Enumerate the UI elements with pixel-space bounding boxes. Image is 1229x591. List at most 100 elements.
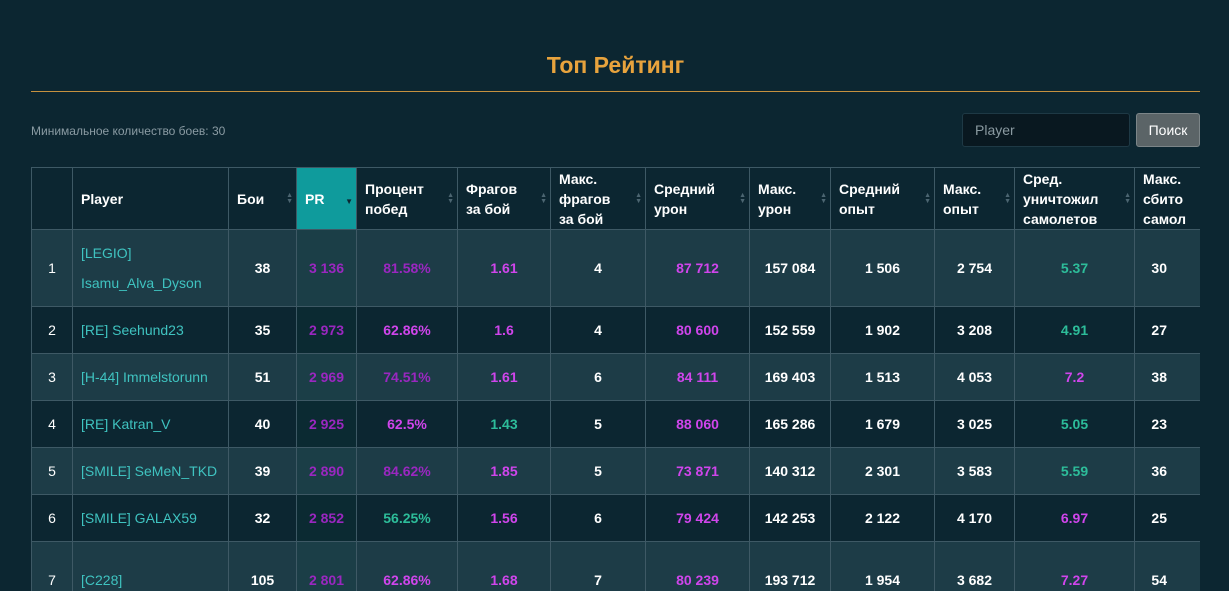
player-cell: [SMILE] GALAX59 bbox=[72, 494, 229, 542]
column-header-label: PR bbox=[305, 190, 325, 207]
column-header-label: Сред. bbox=[1023, 170, 1063, 187]
column-header-label: Процент bbox=[365, 180, 424, 197]
rank-cell: 6 bbox=[31, 494, 73, 542]
battles-cell: 32 bbox=[228, 494, 297, 542]
column-header-avg-damage[interactable]: Средний урон ▲ ▼ bbox=[645, 167, 750, 230]
column-header-label: опыт bbox=[839, 200, 875, 217]
column-header-label: сбито bbox=[1143, 190, 1184, 207]
avg-damage-cell: 79 424 bbox=[645, 494, 750, 542]
frags-cell: 1.68 bbox=[457, 541, 551, 591]
frags-cell: 1.61 bbox=[457, 229, 551, 307]
column-header-max-frags[interactable]: Макс. фрагов за бой ▲ ▼ bbox=[550, 167, 646, 230]
frags-cell: 1.56 bbox=[457, 494, 551, 542]
max-damage-cell: 152 559 bbox=[749, 306, 831, 354]
pr-cell: 3 136 bbox=[296, 229, 357, 307]
max-frags-cell: 6 bbox=[550, 494, 646, 542]
avg-xp-cell: 1 679 bbox=[830, 400, 935, 448]
title-divider bbox=[31, 91, 1200, 92]
column-header-pr[interactable]: PR ▼ bbox=[296, 167, 357, 230]
column-header-label: самолетов bbox=[1023, 210, 1098, 227]
avg-planes-cell: 5.05 bbox=[1014, 400, 1135, 448]
avg-xp-cell: 2 301 bbox=[830, 447, 935, 495]
max-planes-cell: 36 bbox=[1134, 447, 1200, 495]
rating-table-container[interactable]: Player Бои ▲ ▼ PR ▼ Процент побед ▲ ▼ Фрагов за бо… bbox=[31, 167, 1200, 591]
player-link[interactable]: [SMILE] GALAX59 bbox=[81, 503, 228, 533]
page-title: Топ Рейтинг bbox=[546, 52, 685, 78]
column-header-player[interactable]: Player bbox=[72, 167, 229, 230]
rank-cell: 2 bbox=[31, 306, 73, 354]
rank-cell: 3 bbox=[31, 353, 73, 401]
table-row: 2 [RE] Seehund23 35 2 973 62.86% 1.6 4 80 600 15… bbox=[31, 306, 1200, 354]
avg-planes-cell: 7.2 bbox=[1014, 353, 1135, 401]
player-search-input[interactable] bbox=[962, 113, 1130, 147]
column-header-label: Макс. bbox=[559, 170, 598, 187]
column-header-label: Макс. bbox=[1143, 170, 1182, 187]
max-frags-cell: 7 bbox=[550, 541, 646, 591]
column-header-label: Фрагов bbox=[466, 180, 518, 197]
battles-cell: 38 bbox=[228, 229, 297, 307]
column-header-avg-planes[interactable]: Сред. уничтожил самолетов ▲ ▼ bbox=[1014, 167, 1135, 230]
avg-damage-cell: 80 600 bbox=[645, 306, 750, 354]
column-header-avg-xp[interactable]: Средний опыт ▲ ▼ bbox=[830, 167, 935, 230]
avg-planes-cell: 7.27 bbox=[1014, 541, 1135, 591]
battles-cell: 35 bbox=[228, 306, 297, 354]
column-header-rank bbox=[31, 167, 73, 230]
column-header-label: урон bbox=[758, 200, 792, 217]
player-link[interactable]: [C228] bbox=[81, 565, 228, 591]
avg-xp-cell: 2 122 bbox=[830, 494, 935, 542]
win-rate-cell: 62.5% bbox=[356, 400, 458, 448]
sort-icon: ▲ ▼ bbox=[635, 191, 642, 205]
frags-cell: 1.6 bbox=[457, 306, 551, 354]
pr-cell: 2 801 bbox=[296, 541, 357, 591]
column-header-label: Макс. bbox=[758, 180, 797, 197]
max-planes-cell: 30 bbox=[1134, 229, 1200, 307]
pr-cell: 2 925 bbox=[296, 400, 357, 448]
player-link[interactable]: [RE] Seehund23 bbox=[81, 315, 228, 345]
sort-icon: ▲ ▼ bbox=[1004, 191, 1011, 205]
player-link[interactable]: [LEGIO] bbox=[81, 238, 228, 268]
rank-cell: 4 bbox=[31, 400, 73, 448]
frags-cell: 1.43 bbox=[457, 400, 551, 448]
column-header-frags-per-battle[interactable]: Фрагов за бой ▲ ▼ bbox=[457, 167, 551, 230]
column-header-label: фрагов bbox=[559, 190, 611, 207]
table-row: 7 [C228] 105 2 801 62.86% 1.68 7 80 239 193 712 1… bbox=[31, 541, 1200, 591]
column-header-max-damage[interactable]: Макс. урон ▲ ▼ bbox=[749, 167, 831, 230]
player-cell: [RE] Katran_V bbox=[72, 400, 229, 448]
table-row: 1 [LEGIO] Isamu_Alva_Dyson 38 3 136 81.58% 1.6… bbox=[31, 229, 1200, 307]
column-header-max-xp[interactable]: Макс. опыт ▲ ▼ bbox=[934, 167, 1015, 230]
max-damage-cell: 169 403 bbox=[749, 353, 831, 401]
player-cell: [H-44] Immelstorunn bbox=[72, 353, 229, 401]
player-link[interactable]: [SMILE] SeMeN_TKD bbox=[81, 456, 228, 486]
max-planes-cell: 23 bbox=[1134, 400, 1200, 448]
win-rate-cell: 81.58% bbox=[356, 229, 458, 307]
battles-cell: 39 bbox=[228, 447, 297, 495]
frags-cell: 1.85 bbox=[457, 447, 551, 495]
avg-xp-cell: 1 902 bbox=[830, 306, 935, 354]
battles-cell: 105 bbox=[228, 541, 297, 591]
player-cell: [RE] Seehund23 bbox=[72, 306, 229, 354]
max-frags-cell: 5 bbox=[550, 400, 646, 448]
max-damage-cell: 142 253 bbox=[749, 494, 831, 542]
column-header-battles[interactable]: Бои ▲ ▼ bbox=[228, 167, 297, 230]
column-header-max-planes[interactable]: Макс.сбитосамол▲▼ bbox=[1134, 167, 1200, 230]
table-row: 3 [H-44] Immelstorunn 51 2 969 74.51% 1.61 6 84… bbox=[31, 353, 1200, 401]
player-cell: [SMILE] SeMeN_TKD bbox=[72, 447, 229, 495]
player-link[interactable]: [RE] Katran_V bbox=[81, 409, 228, 439]
max-xp-cell: 3 682 bbox=[934, 541, 1015, 591]
pr-cell: 2 973 bbox=[296, 306, 357, 354]
player-link[interactable]: [H-44] Immelstorunn bbox=[81, 362, 228, 392]
column-header-label: уничтожил bbox=[1023, 190, 1099, 207]
table-header: Player Бои ▲ ▼ PR ▼ Процент побед ▲ ▼ Фрагов за бо… bbox=[31, 167, 1200, 230]
search-button[interactable]: Поиск bbox=[1136, 113, 1200, 147]
column-header-label: Средний bbox=[654, 180, 716, 197]
player-link-line[interactable]: Isamu_Alva_Dyson bbox=[81, 268, 228, 298]
avg-planes-cell: 4.91 bbox=[1014, 306, 1135, 354]
battles-cell: 51 bbox=[228, 353, 297, 401]
avg-planes-cell: 6.97 bbox=[1014, 494, 1135, 542]
sort-desc-icon: ▼ bbox=[345, 196, 353, 206]
column-header-label: Средний bbox=[839, 180, 901, 197]
sort-icon: ▲ ▼ bbox=[447, 191, 454, 205]
max-xp-cell: 3 208 bbox=[934, 306, 1015, 354]
column-header-label: урон bbox=[654, 200, 688, 217]
column-header-win-rate[interactable]: Процент побед ▲ ▼ bbox=[356, 167, 458, 230]
